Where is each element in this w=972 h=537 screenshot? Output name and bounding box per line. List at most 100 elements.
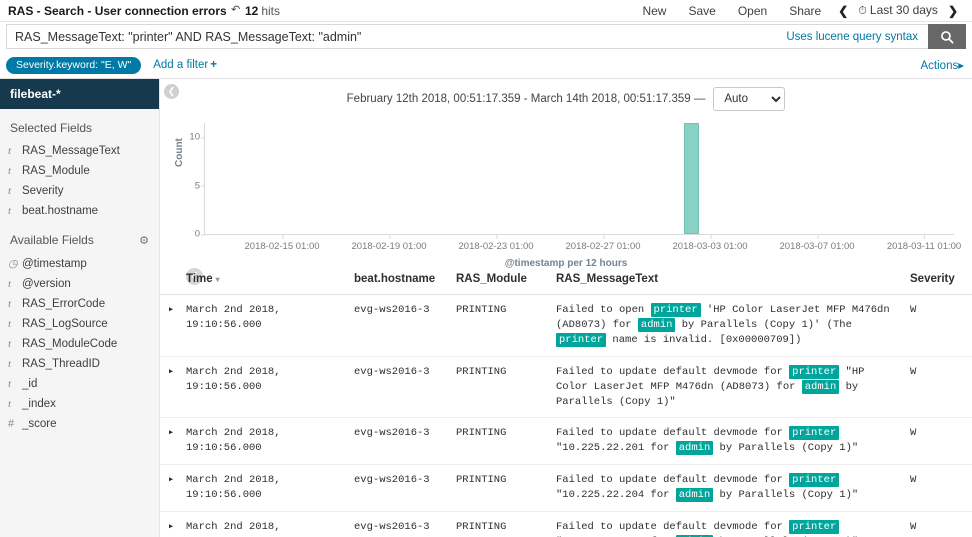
gear-icon[interactable]: ⚙ — [139, 234, 149, 247]
time-previous-icon[interactable]: ❮ — [832, 2, 854, 20]
time-next-icon[interactable]: ❯ — [942, 2, 964, 20]
selected-fields-list: t RAS_MessageText t RAS_Module t Severity t bea… — [0, 141, 159, 221]
open-button[interactable]: Open — [727, 2, 778, 20]
clock-icon: ⏱ — [858, 5, 867, 17]
cell-severity: W — [906, 417, 972, 466]
field-name-label: RAS_MessageText — [22, 145, 120, 157]
message-text: "10.225.22.201 for — [556, 442, 676, 455]
table-row[interactable]: ▸March 2nd 2018, 19:10:56.000evg-ws2016-… — [160, 294, 972, 357]
col-time[interactable]: Time ▾ — [182, 265, 350, 295]
available-field-ras-logsource[interactable]: t RAS_LogSource — [0, 314, 159, 334]
row-expand-icon[interactable]: ▸ — [160, 356, 182, 419]
table-row[interactable]: ▸March 2nd 2018, 19:10:56.000evg-ws2016-… — [160, 511, 972, 537]
chart-bar[interactable] — [683, 123, 700, 234]
sidebar: filebeat-* Selected Fields t RAS_MessageT… — [0, 79, 160, 537]
selected-field-beat-hostname[interactable]: t beat.hostname — [0, 201, 159, 221]
search-term-highlight: printer — [789, 473, 840, 488]
search-term-highlight: admin — [637, 317, 676, 332]
index-pattern-selector[interactable]: filebeat-* — [0, 79, 159, 109]
cell-severity: W — [906, 294, 972, 357]
search-button[interactable] — [928, 24, 966, 49]
chart-y-tick: 5 — [194, 180, 206, 192]
actions-menu-button[interactable]: Actions▸ — [921, 58, 965, 72]
hits-count: 12 — [244, 3, 259, 18]
available-field-id[interactable]: t _id — [0, 374, 159, 394]
chart-x-tick: 2018-03-03 01:00 — [672, 235, 748, 252]
search-term-highlight: admin — [801, 379, 840, 394]
field-type-icon: t — [8, 398, 12, 410]
col-severity[interactable]: Severity — [906, 265, 972, 295]
chart-y-tick: 0 — [194, 228, 206, 240]
col-beat-hostname[interactable]: beat.hostname — [350, 265, 452, 295]
available-field-timestamp[interactable]: ◷ @timestamp — [0, 253, 159, 274]
table-header-row: Time ▾ beat.hostname RAS_Module RAS_Messa… — [160, 265, 972, 295]
share-button[interactable]: Share — [778, 2, 832, 20]
time-range-label: Last 30 days — [869, 3, 938, 17]
available-field-ras-threadid[interactable]: t RAS_ThreadID — [0, 354, 159, 374]
table-row[interactable]: ▸March 2nd 2018, 19:10:56.000evg-ws2016-… — [160, 356, 972, 419]
field-name-label: RAS_ErrorCode — [22, 298, 106, 310]
cell-ras-messagetext: Failed to update default devmode for pri… — [552, 356, 906, 419]
message-text: name is invalid. [0x00000709]) — [606, 333, 802, 346]
search-term-highlight: printer — [556, 332, 607, 347]
message-text: Failed to update default devmode for — [556, 427, 790, 440]
cell-beat-hostname: evg-ws2016-3 — [350, 464, 452, 513]
filter-pill-severity[interactable]: Severity.keyword: "E, W" — [6, 56, 142, 74]
available-field-ras-errorcode[interactable]: t RAS_ErrorCode — [0, 294, 159, 314]
row-expand-icon[interactable]: ▸ — [160, 464, 182, 513]
field-type-icon: t — [8, 278, 12, 290]
time-range-picker[interactable]: ⏱ Last 30 days — [854, 1, 942, 20]
add-filter-button[interactable]: Add a filter + — [153, 59, 217, 71]
selected-field-severity[interactable]: t Severity — [0, 181, 159, 201]
row-expand-icon[interactable]: ▸ — [160, 511, 182, 537]
cell-beat-hostname: evg-ws2016-3 — [350, 356, 452, 419]
available-field-ras-modulecode[interactable]: t RAS_ModuleCode — [0, 334, 159, 354]
reload-icon[interactable]: ↷ — [231, 4, 240, 16]
cell-time: March 2nd 2018, 19:10:56.000 — [182, 464, 350, 513]
message-text: by Parallels (Copy 1)" — [713, 442, 859, 455]
field-type-icon: t — [8, 145, 12, 157]
filter-bar: Severity.keyword: "E, W" Add a filter + A… — [0, 52, 972, 79]
row-expand-icon[interactable]: ▸ — [160, 417, 182, 466]
col-ras-messagetext[interactable]: RAS_MessageText — [552, 265, 906, 295]
chart-x-tick: 2018-03-11 01:00 — [886, 235, 962, 252]
field-name-label: _index — [22, 398, 56, 410]
search-term-highlight: printer — [789, 426, 840, 441]
interval-select[interactable]: AutoMillisecondSecondMinuteHourlyDailyWe… — [713, 87, 786, 111]
field-name-label: _id — [22, 378, 38, 390]
cell-ras-module: PRINTING — [452, 464, 552, 513]
cell-severity: W — [906, 464, 972, 513]
message-text: Failed to update default devmode for — [556, 521, 790, 534]
plus-icon: + — [210, 59, 217, 71]
available-field-score[interactable]: # _score — [0, 414, 159, 434]
message-text: by Parallels (Copy 1)' (The — [675, 318, 852, 331]
cell-beat-hostname: evg-ws2016-3 — [350, 417, 452, 466]
body-split: filebeat-* Selected Fields t RAS_MessageT… — [0, 79, 972, 537]
available-field-version[interactable]: t @version — [0, 274, 159, 294]
field-type-icon: t — [8, 185, 12, 197]
row-expand-icon[interactable]: ▸ — [160, 294, 182, 357]
available-field-index[interactable]: t _index — [0, 394, 159, 414]
table-row[interactable]: ▸March 2nd 2018, 19:10:56.000evg-ws2016-… — [160, 417, 972, 466]
lucene-syntax-link[interactable]: Uses lucene query syntax — [786, 31, 928, 43]
col-expander — [160, 265, 182, 295]
selected-field-ras-module[interactable]: t RAS_Module — [0, 161, 159, 181]
documents-table: Time ▾ beat.hostname RAS_Module RAS_Messa… — [160, 265, 972, 537]
field-type-icon: t — [8, 378, 12, 390]
save-button[interactable]: Save — [677, 2, 726, 20]
search-input[interactable] — [7, 29, 787, 44]
chart-y-axis-label: Count — [174, 138, 185, 167]
chart-x-tick: 2018-02-23 01:00 — [458, 235, 534, 252]
field-name-label: RAS_ModuleCode — [22, 338, 118, 350]
hits-label: hits — [261, 3, 280, 18]
search-term-highlight: printer — [789, 520, 840, 535]
table-row[interactable]: ▸March 2nd 2018, 19:10:56.000evg-ws2016-… — [160, 464, 972, 513]
sidebar-collapse-button[interactable]: ❮ — [164, 84, 179, 99]
cell-time: March 2nd 2018, 19:10:56.000 — [182, 417, 350, 466]
cell-beat-hostname: evg-ws2016-3 — [350, 294, 452, 357]
new-button[interactable]: New — [631, 2, 677, 20]
main-panel: ❮ February 12th 2018, 00:51:17.359 - Mar… — [160, 79, 972, 537]
selected-field-ras-messagetext[interactable]: t RAS_MessageText — [0, 141, 159, 161]
col-ras-module[interactable]: RAS_Module — [452, 265, 552, 295]
field-name-label: Severity — [22, 185, 64, 197]
